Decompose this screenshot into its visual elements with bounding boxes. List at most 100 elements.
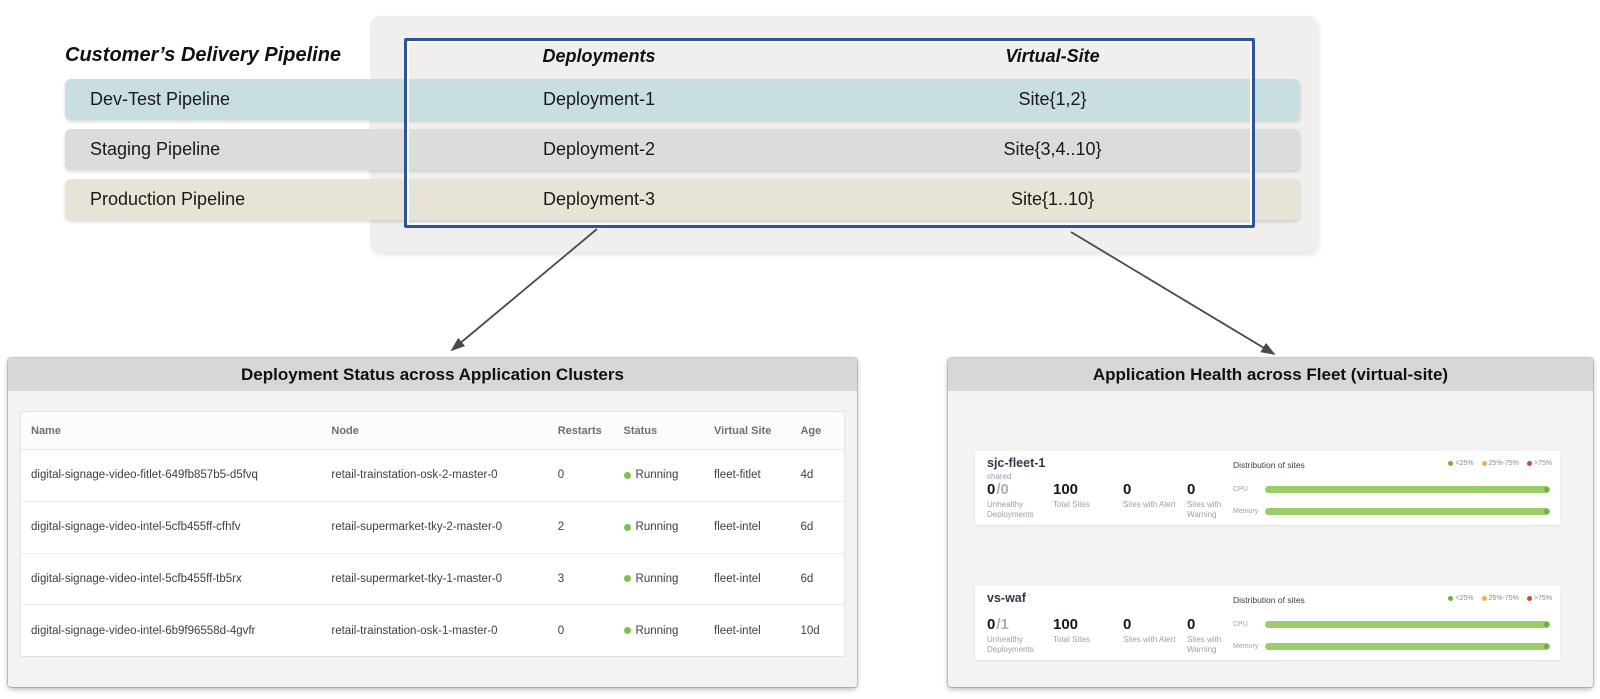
stat-value: 100	[1053, 616, 1117, 633]
legend-label: 25%-75%	[1489, 460, 1519, 467]
cell-restarts: 0	[548, 625, 614, 637]
memory-distribution-row: Memory	[1233, 642, 1550, 650]
cell-age: 4d	[790, 469, 843, 481]
stat-label: Total Sites	[1053, 635, 1117, 645]
deployment-status-panel-header: Deployment Status across Application Clu…	[8, 358, 857, 391]
green-dot-icon	[1448, 461, 1453, 466]
deployment-status-panel-title: Deployment Status across Application Clu…	[241, 365, 624, 385]
cell-status: Running	[614, 469, 705, 481]
memory-distribution-bar	[1265, 508, 1550, 515]
column-header-age: Age	[790, 425, 843, 437]
stat-label: Unhealthy Deployments	[987, 500, 1051, 521]
status-text: Running	[636, 573, 679, 585]
stat-label: Total Sites	[1053, 500, 1117, 510]
cell-virtual-site: fleet-intel	[704, 625, 790, 637]
stat-label: Sites with Alert	[1123, 500, 1187, 510]
column-header-status: Status	[614, 425, 705, 437]
cpu-label: CPU	[1233, 486, 1265, 493]
legend-item-mid: 25%-75%	[1482, 595, 1519, 602]
table-row: digital-signage-video-fitlet-649fb857b5-…	[21, 450, 844, 502]
card-title: sjc-fleet-1	[987, 456, 1045, 470]
cpu-label: CPU	[1233, 621, 1265, 628]
status-text: Running	[636, 469, 679, 481]
column-header-virtual-site: Virtual Site	[704, 425, 790, 437]
cpu-distribution-row: CPU	[1233, 620, 1550, 628]
cell-name: digital-signage-video-intel-5cfb455ff-tb…	[21, 573, 321, 585]
stat-label: Unhealthy Deployments	[987, 635, 1051, 656]
health-card-sjc-fleet-1: sjc-fleet-1 shared 0/0 Unhealthy Deploym…	[975, 451, 1560, 525]
stat-value: 0	[987, 616, 995, 633]
stat-label: Sites with Alert	[1123, 635, 1187, 645]
cell-restarts: 3	[548, 573, 614, 585]
yellow-dot-icon	[1482, 596, 1487, 601]
pipeline-title: Customer’s Delivery Pipeline	[65, 44, 341, 67]
figure-canvas: Customer’s Delivery Pipeline Deployments…	[0, 0, 1600, 699]
cell-node: retail-trainstation-osk-2-master-0	[321, 469, 547, 481]
table-row: digital-signage-video-intel-6b9f96558d-4…	[21, 605, 844, 656]
deployments-table-header-row: Name Node Restarts Status Virtual Site A…	[21, 412, 844, 450]
card-title: vs-waf	[987, 591, 1026, 605]
stat-value: 0	[987, 481, 995, 498]
pipeline-row-deployment: Deployment-3	[404, 189, 794, 210]
deployment-status-panel: Deployment Status across Application Clu…	[8, 358, 857, 687]
cell-virtual-site: fleet-intel	[704, 573, 790, 585]
green-dot-icon	[1448, 596, 1453, 601]
distribution-label: Distribution of sites	[1233, 595, 1305, 605]
cell-virtual-site: fleet-intel	[704, 521, 790, 533]
cell-status: Running	[614, 625, 705, 637]
distribution-legend: <25% 25%-75% >75%	[1448, 460, 1552, 467]
legend-item-low: <25%	[1448, 460, 1473, 467]
pipeline-row-label: Production Pipeline	[90, 189, 245, 210]
running-status-icon	[624, 524, 631, 531]
pipeline-row-virtual-site: Site{1,2}	[855, 89, 1250, 110]
memory-distribution-bar	[1265, 643, 1550, 650]
stat-value: 0	[1123, 481, 1187, 498]
application-health-panel-title: Application Health across Fleet (virtual…	[1093, 365, 1448, 385]
cell-name: digital-signage-video-intel-5cfb455ff-cf…	[21, 521, 321, 533]
application-health-panel-body: sjc-fleet-1 shared 0/0 Unhealthy Deploym…	[948, 391, 1593, 687]
legend-label: 25%-75%	[1489, 595, 1519, 602]
legend-label: <25%	[1455, 595, 1473, 602]
cell-age: 6d	[790, 521, 843, 533]
stat-unhealthy-deployments: 0/0 Unhealthy Deployments	[987, 481, 1051, 521]
application-health-panel-header: Application Health across Fleet (virtual…	[948, 358, 1593, 391]
stat-sites-with-alert: 0 Sites with Alert	[1123, 481, 1187, 510]
cell-status: Running	[614, 521, 705, 533]
stat-sites-with-alert: 0 Sites with Alert	[1123, 616, 1187, 645]
legend-label: >75%	[1534, 460, 1552, 467]
pipeline-row-production: Production Pipeline Deployment-3 Site{1.…	[65, 179, 1300, 220]
cell-restarts: 0	[548, 469, 614, 481]
running-status-icon	[624, 472, 631, 479]
application-health-panel: Application Health across Fleet (virtual…	[948, 358, 1593, 687]
deployment-status-panel-body: Name Node Restarts Status Virtual Site A…	[8, 391, 857, 687]
cpu-distribution-row: CPU	[1233, 485, 1550, 493]
table-row: digital-signage-video-intel-5cfb455ff-tb…	[21, 554, 844, 606]
column-header-deployments: Deployments	[404, 46, 794, 67]
cell-name: digital-signage-video-fitlet-649fb857b5-…	[21, 469, 321, 481]
stat-total-sites: 100 Total Sites	[1053, 616, 1117, 645]
legend-item-high: >75%	[1527, 460, 1552, 467]
legend-label: <25%	[1455, 460, 1473, 467]
health-card-vs-waf: vs-waf 0/1 Unhealthy Deployments 100 Tot…	[975, 586, 1560, 660]
running-status-icon	[624, 575, 631, 582]
running-status-icon	[624, 627, 631, 634]
cell-node: retail-supermarket-tky-1-master-0	[321, 573, 547, 585]
column-header-virtual-site: Virtual-Site	[855, 46, 1250, 67]
memory-label: Memory	[1233, 508, 1265, 515]
cell-node: retail-supermarket-tky-2-master-0	[321, 521, 547, 533]
cell-status: Running	[614, 573, 705, 585]
column-header-name: Name	[21, 425, 321, 437]
memory-distribution-row: Memory	[1233, 507, 1550, 515]
card-subtitle: shared	[987, 472, 1011, 481]
column-header-restarts: Restarts	[548, 425, 614, 437]
cell-name: digital-signage-video-intel-6b9f96558d-4…	[21, 625, 321, 637]
cell-node: retail-trainstation-osk-1-master-0	[321, 625, 547, 637]
legend-item-low: <25%	[1448, 595, 1473, 602]
yellow-dot-icon	[1482, 461, 1487, 466]
stat-value: 0	[1123, 616, 1187, 633]
stat-unhealthy-deployments: 0/1 Unhealthy Deployments	[987, 616, 1051, 656]
pipeline-row-deployment: Deployment-2	[404, 139, 794, 160]
status-text: Running	[636, 521, 679, 533]
legend-item-mid: 25%-75%	[1482, 460, 1519, 467]
status-text: Running	[636, 625, 679, 637]
